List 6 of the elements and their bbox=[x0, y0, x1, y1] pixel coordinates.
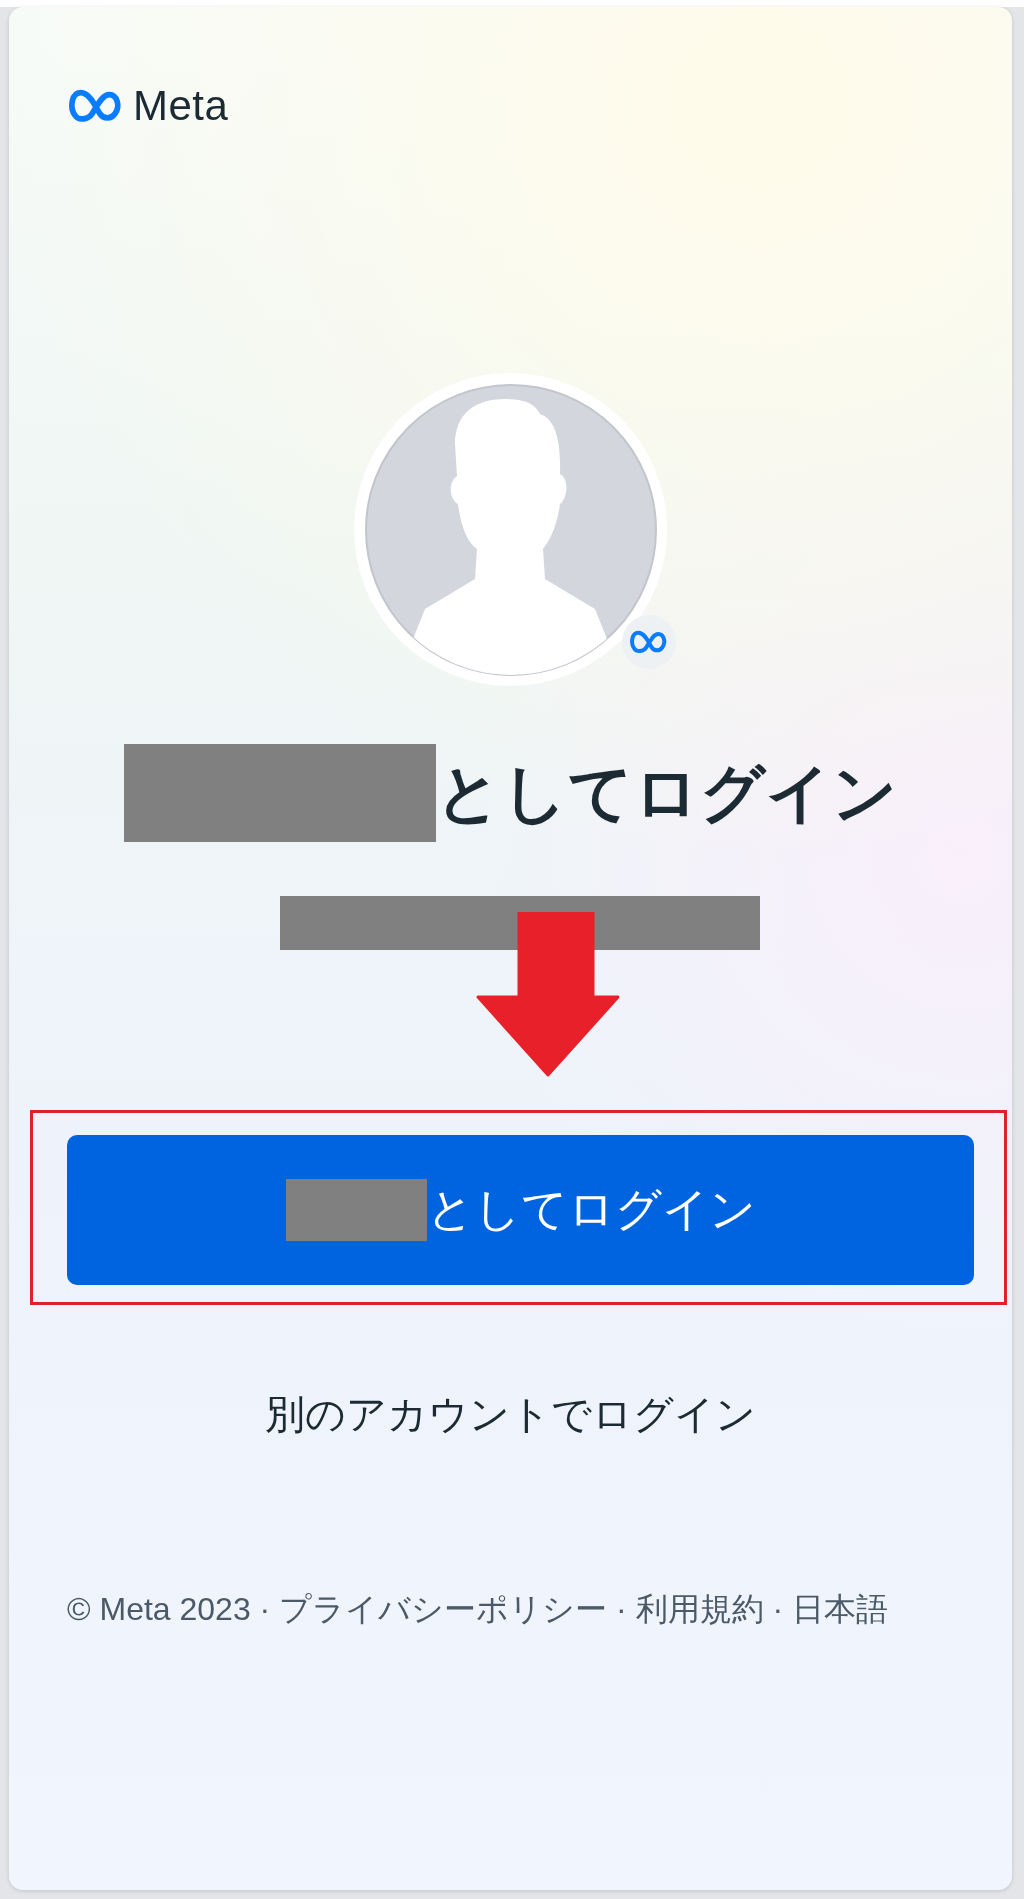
logo-text: Meta bbox=[133, 82, 229, 130]
login-button[interactable]: としてログイン bbox=[67, 1135, 974, 1285]
infinity-logo-icon bbox=[629, 628, 669, 656]
other-account-link[interactable]: 別のアカウントでログイン bbox=[265, 1387, 756, 1442]
title: としてログイン bbox=[435, 755, 898, 831]
footer-text: © Meta 2023 · プライバシーポリシー · 利用規約 · 日本語 bbox=[67, 1590, 889, 1629]
